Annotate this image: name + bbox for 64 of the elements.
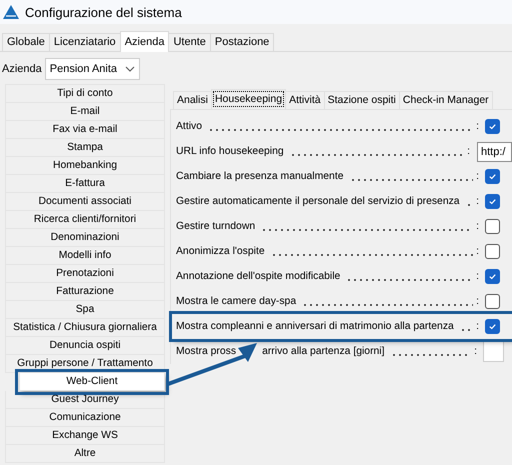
colon: : bbox=[467, 146, 470, 157]
colon: : bbox=[476, 121, 479, 132]
sidebar-item[interactable]: Denuncia ospiti bbox=[5, 337, 165, 355]
checkmark-icon bbox=[488, 122, 497, 131]
tab[interactable]: Check-in Manager bbox=[398, 91, 493, 109]
setting-label: Mostra pross bbox=[176, 346, 236, 357]
checkbox[interactable] bbox=[485, 194, 500, 209]
number-field[interactable] bbox=[483, 341, 504, 362]
checkmark-icon bbox=[488, 272, 497, 281]
sidebar-item[interactable]: Altre bbox=[5, 445, 165, 463]
checkbox[interactable] bbox=[485, 269, 500, 284]
sidebar-item[interactable]: Exchange WS bbox=[5, 427, 165, 445]
colon: : bbox=[476, 196, 479, 207]
sidebar-item[interactable]: Spa bbox=[5, 301, 165, 319]
sidebar-item[interactable]: E-fattura bbox=[5, 175, 165, 193]
logo-icon bbox=[3, 5, 19, 19]
sidebar-item[interactable]: Modelli info bbox=[5, 247, 165, 265]
colon: : bbox=[476, 171, 479, 182]
checkmark-icon bbox=[488, 322, 497, 331]
setting-label: Cambiare la presenza manualmente bbox=[176, 171, 344, 182]
sidebar-item[interactable]: Prenotazioni bbox=[5, 265, 165, 283]
checkbox[interactable] bbox=[485, 319, 500, 334]
checkbox[interactable] bbox=[485, 119, 500, 134]
setting-label: Gestire turndown bbox=[176, 221, 256, 232]
sidebar-item[interactable]: Homebanking bbox=[5, 157, 165, 175]
sidebar-item[interactable]: Ricerca clienti/fornitori bbox=[5, 211, 165, 229]
setting-label: Mostra le camere day-spa bbox=[176, 296, 296, 307]
sidebar-item[interactable]: Fax via e-mail bbox=[5, 121, 165, 139]
checkmark-icon bbox=[488, 172, 497, 181]
colon: : bbox=[476, 246, 479, 257]
sidebar-item[interactable]: Denominazioni bbox=[5, 229, 165, 247]
colon: : bbox=[476, 221, 479, 232]
checkbox[interactable] bbox=[485, 169, 500, 184]
window-title: Configurazione del sistema bbox=[25, 4, 182, 20]
colon: : bbox=[476, 321, 479, 332]
tab[interactable]: Azienda bbox=[120, 31, 170, 52]
checkbox[interactable] bbox=[485, 244, 500, 259]
company-label: Azienda bbox=[2, 63, 42, 75]
colon: : bbox=[474, 346, 477, 357]
sidebar-item[interactable]: E-mail bbox=[5, 103, 165, 121]
sidebar-item[interactable]: Documenti associati bbox=[5, 193, 165, 211]
checkmark-icon bbox=[488, 197, 497, 206]
setting-label: Attivo bbox=[176, 121, 202, 132]
checkbox[interactable] bbox=[485, 219, 500, 234]
sidebar-item[interactable]: Statistica / Chiusura giornaliera bbox=[5, 319, 165, 337]
setting-label: arrivo alla partenza [giorni] bbox=[262, 346, 385, 357]
sidebar-item[interactable]: Tipi di conto bbox=[5, 84, 165, 103]
sidebar-item[interactable]: Comunicazione bbox=[5, 409, 165, 427]
tab[interactable]: Postazione bbox=[210, 33, 274, 51]
checkbox[interactable] bbox=[485, 294, 500, 309]
chevron-icon bbox=[125, 66, 136, 72]
company-select[interactable]: Pension Anita bbox=[44, 58, 140, 80]
url-field[interactable]: http:/ bbox=[477, 142, 512, 162]
setting-label: Mostra compleanni e anniversari di matrimonio alla partenza bbox=[176, 321, 454, 332]
sidebar-item[interactable]: Stampa bbox=[5, 139, 165, 157]
setting-label: Gestire automaticamente il personale del servizio di presenza bbox=[176, 196, 460, 207]
tab[interactable]: Globale bbox=[2, 33, 50, 51]
setting-label: Anonimizza l'ospite bbox=[176, 246, 265, 257]
sidebar-item[interactable]: Fatturazione bbox=[5, 283, 165, 301]
setting-label: URL info housekeeping bbox=[176, 146, 284, 157]
colon: : bbox=[476, 271, 479, 282]
colon: : bbox=[476, 296, 479, 307]
setting-label: Annotazione dell'ospite modificabile bbox=[176, 271, 340, 282]
tab[interactable]: Housekeeping bbox=[210, 89, 286, 109]
